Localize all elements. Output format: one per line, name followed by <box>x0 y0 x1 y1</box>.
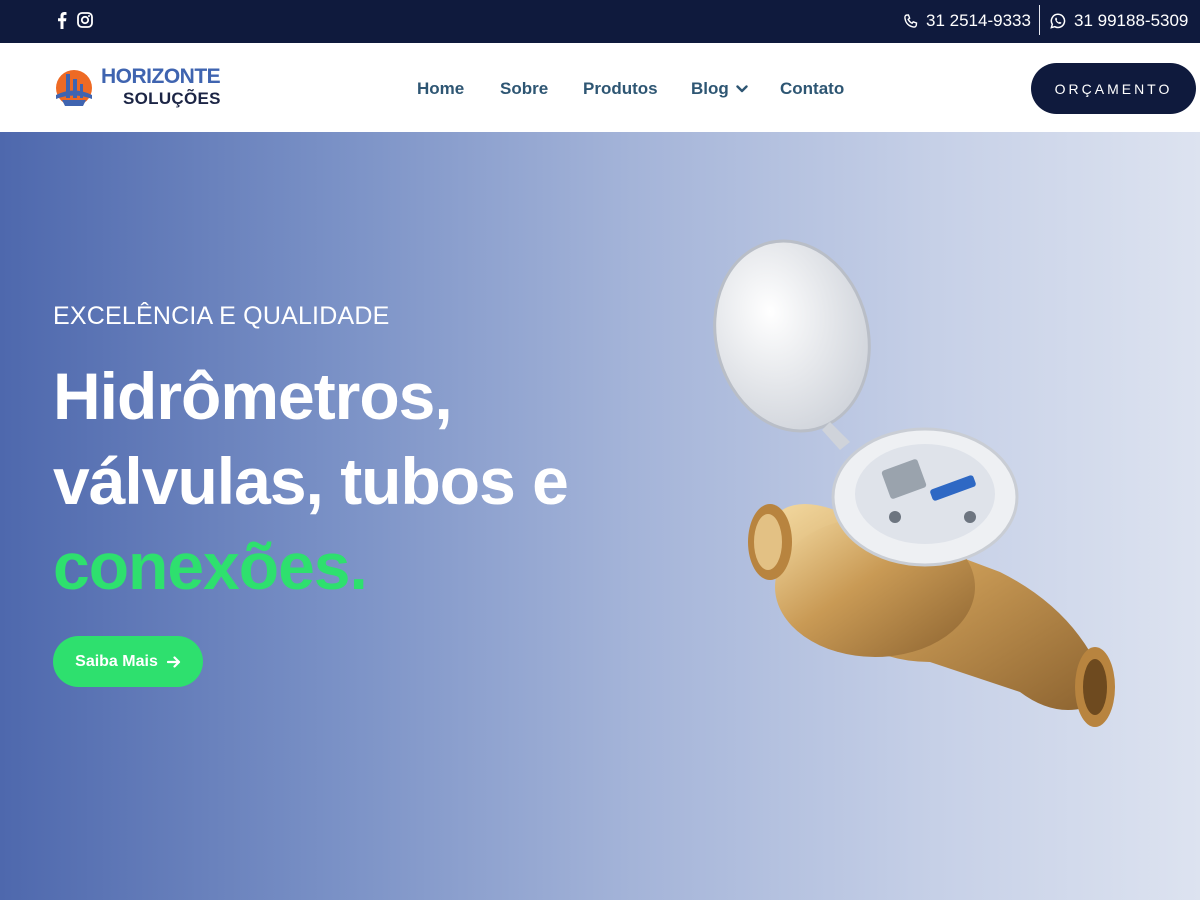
nav-blog-label: Blog <box>691 79 729 98</box>
whatsapp-contact[interactable]: 31 99188-5309 <box>1050 10 1188 32</box>
arrow-right-icon <box>166 655 180 668</box>
site-logo[interactable]: HORIZONTE SOLUÇÕES <box>53 64 221 112</box>
headline-accent: conexões. <box>53 529 368 603</box>
hero-eyebrow: EXCELÊNCIA E QUALIDADE <box>53 302 390 330</box>
logo-text-primary: HORIZONTE <box>101 65 221 88</box>
nav-sobre[interactable]: Sobre <box>500 79 548 99</box>
nav-contato[interactable]: Contato <box>780 79 844 99</box>
water-meter-image <box>713 239 1115 727</box>
headline-line-2: válvulas, tubos e <box>53 444 569 518</box>
site-header: HORIZONTE SOLUÇÕES Home Sobre Produtos B… <box>0 43 1200 132</box>
chevron-down-icon <box>736 85 748 93</box>
phone-contact[interactable]: 31 2514-9333 <box>903 10 1031 32</box>
facebook-icon <box>58 11 67 29</box>
hero-headline: Hidrômetros, válvulas, tubos e conexões. <box>53 354 569 609</box>
logo-text-secondary: SOLUÇÕES <box>123 89 221 108</box>
headline-line-1: Hidrômetros, <box>53 359 453 433</box>
nav-produtos[interactable]: Produtos <box>583 79 658 99</box>
instagram-icon <box>77 12 93 28</box>
hero-section: EXCELÊNCIA E QUALIDADE Hidrômetros, válv… <box>0 132 1200 900</box>
saiba-mais-button[interactable]: Saiba Mais <box>53 636 203 687</box>
nav-home[interactable]: Home <box>417 79 464 99</box>
saiba-mais-label: Saiba Mais <box>75 652 158 670</box>
nav-blog[interactable]: Blog <box>691 79 748 99</box>
whatsapp-icon <box>1050 13 1066 29</box>
instagram-link[interactable] <box>75 10 95 30</box>
whatsapp-number: 31 99188-5309 <box>1074 11 1189 30</box>
orcamento-button[interactable]: ORÇAMENTO <box>1031 63 1196 114</box>
topbar-divider <box>1039 5 1040 35</box>
logo-mark-icon <box>56 70 92 106</box>
phone-icon <box>904 13 918 28</box>
top-bar: 31 2514-9333 31 99188-5309 <box>0 0 1200 43</box>
facebook-link[interactable] <box>52 10 72 30</box>
phone-number: 31 2514-9333 <box>926 11 1031 30</box>
